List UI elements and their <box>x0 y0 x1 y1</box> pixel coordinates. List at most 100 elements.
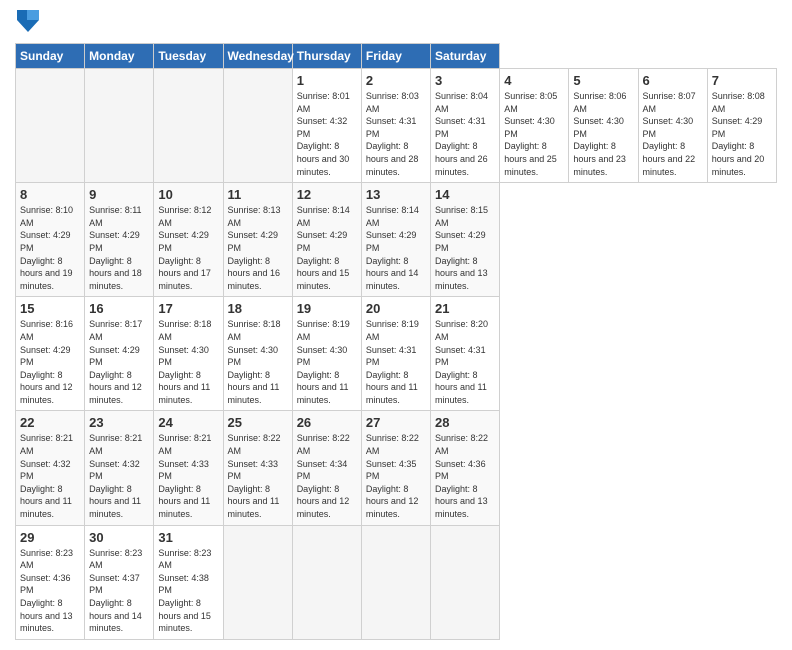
day-number: 10 <box>158 187 218 202</box>
day-number: 9 <box>89 187 149 202</box>
day-info: Sunrise: 8:08 AMSunset: 4:29 PMDaylight:… <box>712 91 765 177</box>
day-info: Sunrise: 8:01 AMSunset: 4:32 PMDaylight:… <box>297 91 350 177</box>
header <box>15 10 777 37</box>
calendar-cell: 11 Sunrise: 8:13 AMSunset: 4:29 PMDayligh… <box>223 183 292 297</box>
day-info: Sunrise: 8:18 AMSunset: 4:30 PMDaylight:… <box>158 319 211 405</box>
day-number: 30 <box>89 530 149 545</box>
dow-wednesday: Wednesday <box>223 44 292 69</box>
calendar-cell: 25Sunrise: 8:22 AMSunset: 4:33 PMDayligh… <box>223 411 292 525</box>
calendar-cell: 16Sunrise: 8:17 AMSunset: 4:29 PMDayligh… <box>85 297 154 411</box>
day-number: 2 <box>366 73 426 88</box>
calendar-cell: 29 Sunrise: 8:23 AMSunset: 4:36 PMDayligh… <box>16 525 85 639</box>
day-number: 11 <box>228 187 288 202</box>
calendar-cell: 3Sunrise: 8:04 AMSunset: 4:31 PMDaylight… <box>431 69 500 183</box>
day-info: Sunrise: 8:20 AMSunset: 4:31 PMDaylight:… <box>435 319 488 405</box>
day-of-week-header: SundayMondayTuesdayWednesdayThursdayFrid… <box>16 44 777 69</box>
day-number: 27 <box>366 415 426 430</box>
day-number: 28 <box>435 415 495 430</box>
calendar-cell: 18 Sunrise: 8:18 AMSunset: 4:30 PMDayligh… <box>223 297 292 411</box>
calendar-cell: 17Sunrise: 8:18 AMSunset: 4:30 PMDayligh… <box>154 297 223 411</box>
day-info: Sunrise: 8:10 AMSunset: 4:29 PMDaylight:… <box>20 205 73 291</box>
calendar-cell <box>85 69 154 183</box>
calendar-cell: 9 Sunrise: 8:11 AMSunset: 4:29 PMDaylight… <box>85 183 154 297</box>
day-info: Sunrise: 8:19 AMSunset: 4:31 PMDaylight:… <box>366 319 419 405</box>
day-number: 1 <box>297 73 357 88</box>
day-number: 20 <box>366 301 426 316</box>
logo <box>15 10 39 37</box>
day-info: Sunrise: 8:19 AMSunset: 4:30 PMDaylight:… <box>297 319 350 405</box>
day-number: 7 <box>712 73 772 88</box>
calendar-week-4: 29 Sunrise: 8:23 AMSunset: 4:36 PMDayligh… <box>16 525 777 639</box>
day-number: 24 <box>158 415 218 430</box>
main-container: SundayMondayTuesdayWednesdayThursdayFrid… <box>0 0 792 650</box>
day-info: Sunrise: 8:14 AMSunset: 4:29 PMDaylight:… <box>366 205 419 291</box>
day-number: 18 <box>228 301 288 316</box>
day-number: 29 <box>20 530 80 545</box>
calendar-cell: 10 Sunrise: 8:12 AMSunset: 4:29 PMDayligh… <box>154 183 223 297</box>
day-number: 13 <box>366 187 426 202</box>
day-info: Sunrise: 8:22 AMSunset: 4:36 PMDaylight:… <box>435 433 488 519</box>
calendar-cell: 31 Sunrise: 8:23 AMSunset: 4:38 PMDayligh… <box>154 525 223 639</box>
day-number: 6 <box>643 73 703 88</box>
dow-friday: Friday <box>361 44 430 69</box>
day-number: 21 <box>435 301 495 316</box>
dow-monday: Monday <box>85 44 154 69</box>
day-number: 22 <box>20 415 80 430</box>
day-info: Sunrise: 8:12 AMSunset: 4:29 PMDaylight:… <box>158 205 211 291</box>
calendar-cell: 30Sunrise: 8:23 AMSunset: 4:37 PMDayligh… <box>85 525 154 639</box>
day-number: 4 <box>504 73 564 88</box>
calendar-week-3: 22 Sunrise: 8:21 AMSunset: 4:32 PMDayligh… <box>16 411 777 525</box>
calendar-cell <box>154 69 223 183</box>
dow-saturday: Saturday <box>431 44 500 69</box>
calendar-cell: 24Sunrise: 8:21 AMSunset: 4:33 PMDayligh… <box>154 411 223 525</box>
day-info: Sunrise: 8:11 AMSunset: 4:29 PMDaylight:… <box>89 205 142 291</box>
day-info: Sunrise: 8:22 AMSunset: 4:35 PMDaylight:… <box>366 433 419 519</box>
day-info: Sunrise: 8:23 AMSunset: 4:36 PMDaylight:… <box>20 548 73 634</box>
day-info: Sunrise: 8:05 AMSunset: 4:30 PMDaylight:… <box>504 91 557 177</box>
calendar-cell: 14 Sunrise: 8:15 AMSunset: 4:29 PMDayligh… <box>431 183 500 297</box>
dow-sunday: Sunday <box>16 44 85 69</box>
day-number: 15 <box>20 301 80 316</box>
day-info: Sunrise: 8:21 AMSunset: 4:32 PMDaylight:… <box>89 433 142 519</box>
dow-thursday: Thursday <box>292 44 361 69</box>
day-number: 19 <box>297 301 357 316</box>
day-info: Sunrise: 8:14 AMSunset: 4:29 PMDaylight:… <box>297 205 350 291</box>
calendar-cell: 21 Sunrise: 8:20 AMSunset: 4:31 PMDayligh… <box>431 297 500 411</box>
calendar-cell: 12 Sunrise: 8:14 AMSunset: 4:29 PMDayligh… <box>292 183 361 297</box>
calendar-cell <box>431 525 500 639</box>
calendar-cell: 22 Sunrise: 8:21 AMSunset: 4:32 PMDayligh… <box>16 411 85 525</box>
day-number: 31 <box>158 530 218 545</box>
calendar-cell <box>361 525 430 639</box>
logo-icon <box>17 10 39 32</box>
day-number: 12 <box>297 187 357 202</box>
day-number: 14 <box>435 187 495 202</box>
day-info: Sunrise: 8:17 AMSunset: 4:29 PMDaylight:… <box>89 319 142 405</box>
calendar-cell: 26 Sunrise: 8:22 AMSunset: 4:34 PMDayligh… <box>292 411 361 525</box>
calendar-cell: 6Sunrise: 8:07 AMSunset: 4:30 PMDaylight… <box>638 69 707 183</box>
calendar-cell: 13 Sunrise: 8:14 AMSunset: 4:29 PMDayligh… <box>361 183 430 297</box>
calendar-cell: 23Sunrise: 8:21 AMSunset: 4:32 PMDayligh… <box>85 411 154 525</box>
calendar-cell <box>223 525 292 639</box>
day-info: Sunrise: 8:22 AMSunset: 4:34 PMDaylight:… <box>297 433 350 519</box>
calendar-week-1: 8 Sunrise: 8:10 AMSunset: 4:29 PMDaylight… <box>16 183 777 297</box>
calendar-cell <box>223 69 292 183</box>
day-number: 26 <box>297 415 357 430</box>
calendar-cell: 1 Sunrise: 8:01 AMSunset: 4:32 PMDaylight… <box>292 69 361 183</box>
calendar-cell: 5 Sunrise: 8:06 AMSunset: 4:30 PMDaylight… <box>569 69 638 183</box>
day-info: Sunrise: 8:03 AMSunset: 4:31 PMDaylight:… <box>366 91 419 177</box>
calendar-cell: 8 Sunrise: 8:10 AMSunset: 4:29 PMDaylight… <box>16 183 85 297</box>
calendar-table: SundayMondayTuesdayWednesdayThursdayFrid… <box>15 43 777 640</box>
day-info: Sunrise: 8:13 AMSunset: 4:29 PMDaylight:… <box>228 205 281 291</box>
calendar-cell: 2 Sunrise: 8:03 AMSunset: 4:31 PMDaylight… <box>361 69 430 183</box>
day-info: Sunrise: 8:21 AMSunset: 4:32 PMDaylight:… <box>20 433 73 519</box>
day-number: 3 <box>435 73 495 88</box>
day-number: 8 <box>20 187 80 202</box>
calendar-cell: 7 Sunrise: 8:08 AMSunset: 4:29 PMDaylight… <box>707 69 776 183</box>
day-number: 5 <box>573 73 633 88</box>
day-info: Sunrise: 8:23 AMSunset: 4:38 PMDaylight:… <box>158 548 211 634</box>
calendar-cell: 19 Sunrise: 8:19 AMSunset: 4:30 PMDayligh… <box>292 297 361 411</box>
dow-tuesday: Tuesday <box>154 44 223 69</box>
day-info: Sunrise: 8:18 AMSunset: 4:30 PMDaylight:… <box>228 319 281 405</box>
day-info: Sunrise: 8:06 AMSunset: 4:30 PMDaylight:… <box>573 91 626 177</box>
day-info: Sunrise: 8:15 AMSunset: 4:29 PMDaylight:… <box>435 205 488 291</box>
